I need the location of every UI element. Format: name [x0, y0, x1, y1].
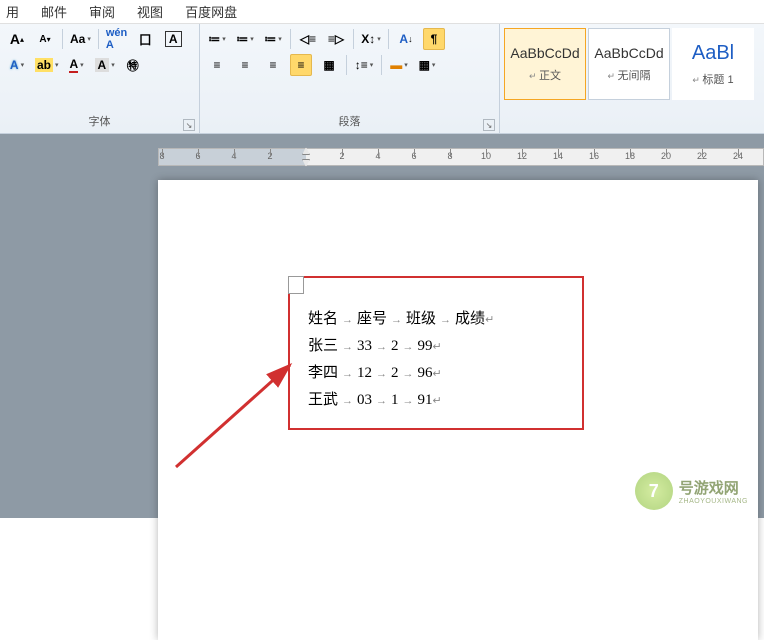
group-paragraph-label: 段落 ↘ [200, 113, 499, 133]
numbering-button[interactable]: ≔ [234, 28, 256, 50]
font-color-button[interactable]: A [66, 54, 88, 76]
table-header: 姓名→座号→班级→成绩↵ [308, 306, 564, 333]
group-font-label: 字体 ↘ [0, 113, 199, 133]
char-border-button[interactable]: 囗 [134, 28, 156, 50]
char-shading-button[interactable]: A [94, 54, 116, 76]
decrease-indent-button[interactable]: ◁≡ [297, 28, 319, 50]
shrink-font-button[interactable]: A▾ [34, 28, 56, 50]
menu-item-0[interactable]: 用 [6, 2, 19, 21]
ribbon: A▴ A▾ Aa wén拼A 囗 A A ab A A ㊕ 字体 ↘ [0, 24, 764, 134]
style-nospacing[interactable]: AaBbCcDd 无间隔 [588, 28, 670, 100]
table-row: 张三→33→2→99↵ [308, 333, 564, 360]
pinyin-guide-button[interactable]: wén拼A [105, 28, 128, 50]
cursor-indicator [288, 276, 304, 294]
highlight-button[interactable]: ab [34, 54, 60, 76]
menu-bar: 用 邮件 审阅 视图 百度网盘 [0, 0, 764, 24]
char-box-button[interactable]: A [162, 28, 184, 50]
change-case-button[interactable]: Aa [69, 28, 92, 50]
group-paragraph: ≔ ≔ ≔ ◁≡ ≡▷ X↕ A↓ ¶ ≡ ≡ ≡ ≡ ▦ ↕≡ [200, 24, 500, 133]
menu-item-3[interactable]: 视图 [137, 2, 163, 21]
watermark-logo: 7 号游戏网 ZHAOYOUXIWANG [635, 472, 756, 510]
shading-button[interactable]: ▬ [388, 54, 410, 76]
increase-indent-button[interactable]: ≡▷ [325, 28, 347, 50]
group-styles: AaBbCcDd 正文 AaBbCcDd 无间隔 AaBl 标题 1 [500, 24, 764, 133]
distribute-button[interactable]: ▦ [318, 54, 340, 76]
multilevel-button[interactable]: ≔ [262, 28, 284, 50]
text-content-box: 姓名→座号→班级→成绩↵张三→33→2→99↵李四→12→2→96↵王武→03→… [288, 276, 584, 430]
paragraph-launcher-icon[interactable]: ↘ [483, 119, 495, 131]
line-spacing-button[interactable]: ↕≡ [353, 54, 375, 76]
bullets-button[interactable]: ≔ [206, 28, 228, 50]
sort-button[interactable]: A↓ [395, 28, 417, 50]
menu-item-1[interactable]: 邮件 [41, 2, 67, 21]
cjk-layout-button[interactable]: X↕ [360, 28, 382, 50]
horizontal-ruler[interactable]: 864224681012141618202224 [158, 148, 764, 166]
document-area: 864224681012141618202224 姓名→座号→班级→成绩↵张三→… [0, 134, 764, 518]
annotation-arrow-icon [168, 355, 303, 475]
align-right-button[interactable]: ≡ [262, 54, 284, 76]
show-marks-button[interactable]: ¶ [423, 28, 445, 50]
style-normal[interactable]: AaBbCcDd 正文 [504, 28, 586, 100]
menu-item-4[interactable]: 百度网盘 [185, 2, 237, 21]
borders-button[interactable]: ▦ [416, 54, 438, 76]
align-center-button[interactable]: ≡ [234, 54, 256, 76]
table-row: 王武→03→1→91↵ [308, 387, 564, 414]
align-left-button[interactable]: ≡ [206, 54, 228, 76]
document-page[interactable]: 姓名→座号→班级→成绩↵张三→33→2→99↵李四→12→2→96↵王武→03→… [158, 180, 758, 640]
grow-font-button[interactable]: A▴ [6, 28, 28, 50]
group-font: A▴ A▾ Aa wén拼A 囗 A A ab A A ㊕ 字体 ↘ [0, 24, 200, 133]
text-effects-button[interactable]: A [6, 54, 28, 76]
justify-button[interactable]: ≡ [290, 54, 312, 76]
style-heading1[interactable]: AaBl 标题 1 [672, 28, 754, 100]
table-row: 李四→12→2→96↵ [308, 360, 564, 387]
enclose-char-button[interactable]: ㊕ [122, 54, 144, 76]
menu-item-2[interactable]: 审阅 [89, 2, 115, 21]
font-launcher-icon[interactable]: ↘ [183, 119, 195, 131]
